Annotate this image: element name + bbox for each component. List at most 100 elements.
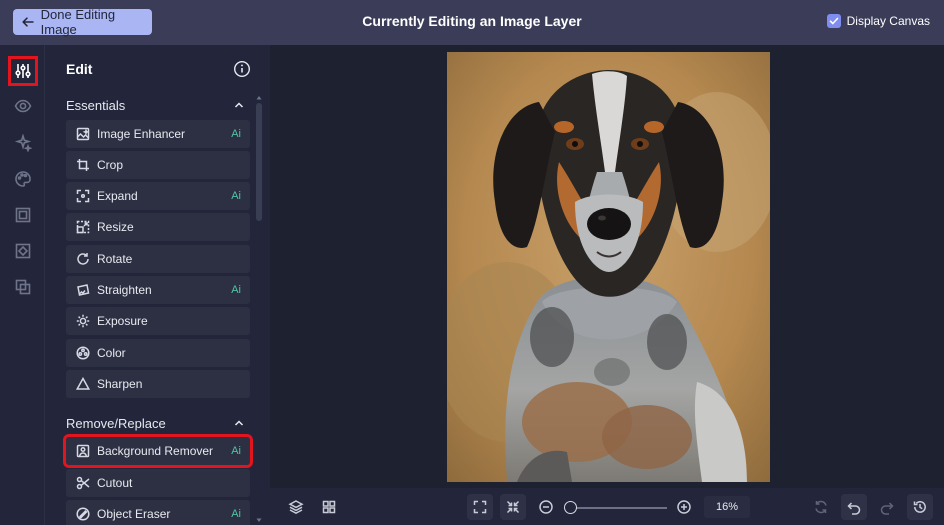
overlay-icon (15, 279, 31, 295)
section-title-essentials[interactable]: Essentials (66, 98, 125, 113)
zoom-slider-handle[interactable] (564, 501, 577, 514)
tool-straighten[interactable]: Straighten Ai (66, 276, 250, 304)
reset-button[interactable] (808, 494, 834, 520)
zoom-slider-track[interactable] (569, 507, 667, 509)
ai-badge: Ai (231, 508, 241, 520)
background-remover-icon (76, 444, 90, 458)
scrollbar-thumb[interactable] (256, 103, 262, 221)
image-enhancer-icon (76, 127, 90, 141)
rail-art-button[interactable] (8, 164, 38, 194)
sparkle-effects-icon (14, 134, 32, 152)
tool-label: Sharpen (97, 377, 143, 391)
texture-icon (15, 243, 31, 259)
color-icon (76, 346, 90, 360)
tool-label: Background Remover (97, 444, 214, 458)
zoom-out-button[interactable] (533, 494, 559, 520)
rail-adjustments-button[interactable] (8, 56, 38, 86)
expand-icon (76, 189, 90, 203)
edit-panel: Edit Essentials Image Enhancer Ai Crop E… (45, 45, 270, 525)
checkmark-icon (829, 17, 838, 25)
sharpen-icon (75, 376, 91, 390)
tool-object-eraser[interactable]: Object Eraser Ai (66, 500, 250, 525)
tool-cutout[interactable]: Cutout (66, 469, 250, 497)
image-canvas[interactable] (270, 45, 944, 488)
rail-overlays-button[interactable] (8, 272, 38, 302)
frame-icon (15, 207, 31, 223)
layers-icon (288, 500, 304, 515)
section-title-remove-replace[interactable]: Remove/Replace (66, 416, 166, 431)
actual-size-button[interactable] (500, 494, 526, 520)
chevron-up-icon[interactable] (233, 417, 245, 429)
arrow-left-icon (22, 17, 34, 27)
tool-resize[interactable]: Resize (66, 213, 250, 241)
panel-title: Edit (66, 61, 93, 77)
crop-icon (77, 159, 89, 171)
tool-label: Cutout (97, 476, 133, 490)
history-button[interactable] (907, 494, 933, 520)
redo-button[interactable] (874, 494, 900, 520)
fit-to-screen-button[interactable] (467, 494, 493, 520)
display-canvas-checkbox[interactable] (826, 14, 841, 28)
rail-textures-button[interactable] (8, 236, 38, 266)
display-canvas-label: Display Canvas (846, 14, 930, 28)
dog-photo[interactable] (447, 52, 770, 482)
tool-crop[interactable]: Crop (66, 151, 250, 179)
zoom-in-button[interactable] (671, 494, 697, 520)
redo-icon (880, 502, 894, 515)
undo-button[interactable] (841, 494, 867, 520)
adjustments-icon (15, 64, 31, 78)
exposure-icon (76, 314, 90, 328)
tool-label: Exposure (97, 314, 148, 328)
tool-label: Image Enhancer (97, 127, 186, 141)
display-canvas-toggle[interactable]: Display Canvas (826, 14, 930, 28)
ai-badge: Ai (231, 284, 241, 296)
tool-category-rail (0, 45, 45, 525)
tool-sharpen[interactable]: Sharpen (66, 370, 250, 398)
tool-rotate[interactable]: Rotate (66, 245, 250, 273)
top-header: Done Editing Image Currently Editing an … (0, 0, 944, 45)
fullscreen-icon (473, 500, 487, 514)
history-icon (913, 501, 926, 513)
rotate-icon (77, 253, 89, 265)
grid-button[interactable] (316, 494, 342, 520)
tool-label: Crop (97, 158, 124, 172)
tool-label: Rotate (97, 252, 133, 266)
tool-label: Straighten (97, 283, 152, 297)
canvas-toolbar: 16% (270, 488, 944, 525)
chevron-up-icon[interactable] (233, 99, 245, 111)
object-eraser-icon (76, 507, 90, 521)
zoom-in-icon (677, 500, 691, 514)
ai-badge: Ai (231, 128, 241, 140)
tool-label: Color (97, 346, 126, 360)
zoom-level[interactable]: 16% (704, 496, 750, 518)
zoom-out-icon (539, 500, 553, 514)
tool-color[interactable]: Color (66, 339, 250, 367)
grid-icon (322, 500, 336, 514)
info-icon[interactable] (233, 60, 251, 78)
layers-button[interactable] (283, 494, 309, 520)
cutout-icon (76, 476, 90, 490)
panel-scrollbar[interactable] (256, 95, 262, 525)
tool-label: Expand (97, 189, 138, 203)
palette-icon (15, 171, 31, 187)
eye-icon (14, 99, 32, 113)
rail-preview-button[interactable] (8, 91, 38, 121)
straighten-icon (77, 284, 90, 296)
done-editing-label: Done Editing Image (40, 7, 116, 37)
tool-exposure[interactable]: Exposure (66, 307, 250, 335)
ai-badge: Ai (231, 445, 241, 457)
tool-expand[interactable]: Expand Ai (66, 182, 250, 210)
tool-background-remover[interactable]: Background Remover Ai (63, 434, 253, 468)
tool-label: Resize (97, 220, 134, 234)
rail-effects-button[interactable] (8, 128, 38, 158)
tool-label: Object Eraser (97, 507, 171, 521)
tool-image-enhancer[interactable]: Image Enhancer Ai (66, 120, 250, 148)
scroll-down-arrow-icon[interactable] (256, 518, 262, 523)
done-editing-button[interactable]: Done Editing Image (13, 7, 152, 37)
ai-badge: Ai (231, 190, 241, 202)
refresh-icon (815, 500, 827, 514)
scroll-up-arrow-icon[interactable] (256, 95, 262, 100)
rail-frames-button[interactable] (8, 200, 38, 230)
resize-icon (76, 220, 90, 234)
undo-icon (847, 502, 861, 515)
